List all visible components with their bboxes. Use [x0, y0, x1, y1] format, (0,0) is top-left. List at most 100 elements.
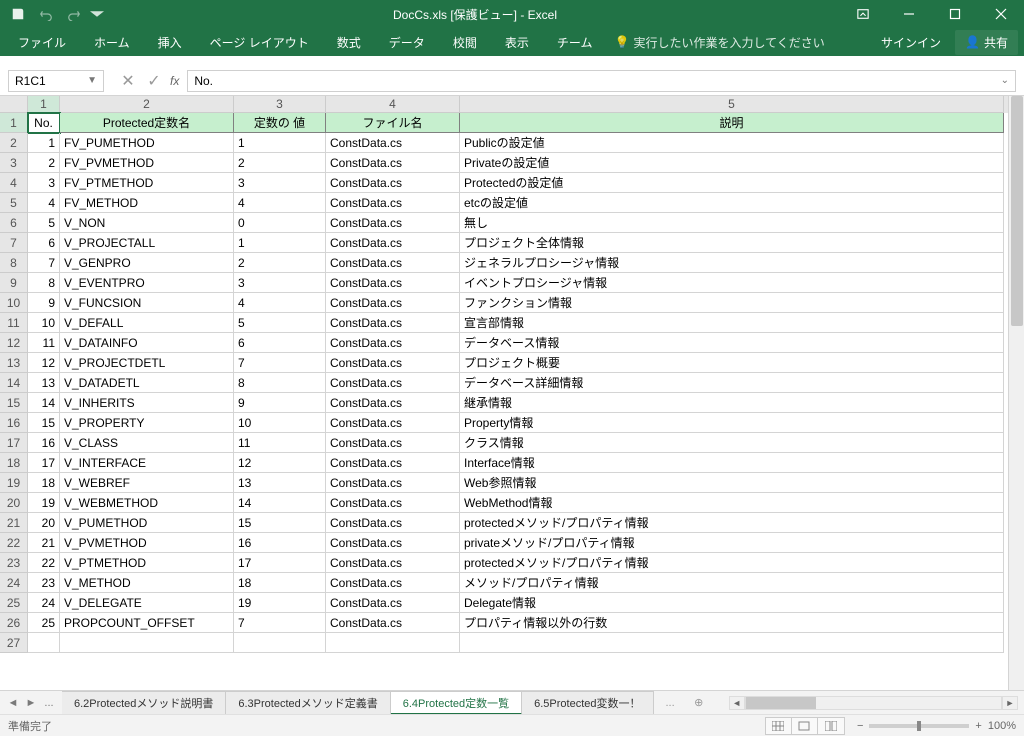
- cell[interactable]: V_INTERFACE: [60, 453, 234, 473]
- cell[interactable]: privateメソッド/プロパティ情報: [460, 533, 1004, 553]
- add-sheet-button[interactable]: ⊕: [687, 691, 711, 715]
- cell[interactable]: 宣言部情報: [460, 313, 1004, 333]
- cell[interactable]: プロジェクト概要: [460, 353, 1004, 373]
- cell[interactable]: No.: [28, 113, 60, 133]
- vertical-scrollbar[interactable]: [1008, 96, 1024, 690]
- row-header[interactable]: 22: [0, 533, 28, 553]
- cell[interactable]: ConstData.cs: [326, 513, 460, 533]
- cell[interactable]: ConstData.cs: [326, 393, 460, 413]
- cell[interactable]: V_GENPRO: [60, 253, 234, 273]
- cell[interactable]: 2: [28, 153, 60, 173]
- row-header[interactable]: 19: [0, 473, 28, 493]
- row-header[interactable]: 15: [0, 393, 28, 413]
- cell[interactable]: ConstData.cs: [326, 253, 460, 273]
- cell[interactable]: Property情報: [460, 413, 1004, 433]
- col-header[interactable]: 1: [28, 96, 60, 113]
- tell-me-search[interactable]: 💡 実行したい作業を入力してください: [614, 34, 824, 51]
- cell[interactable]: Publicの設定値: [460, 133, 1004, 153]
- cell[interactable]: 12: [28, 353, 60, 373]
- row-header[interactable]: 24: [0, 573, 28, 593]
- close-button[interactable]: [978, 0, 1024, 28]
- row-header[interactable]: 16: [0, 413, 28, 433]
- cell[interactable]: ConstData.cs: [326, 413, 460, 433]
- cell[interactable]: V_NON: [60, 213, 234, 233]
- cell[interactable]: 24: [28, 593, 60, 613]
- signin-button[interactable]: サインイン: [871, 30, 951, 55]
- cell[interactable]: V_METHOD: [60, 573, 234, 593]
- cell[interactable]: V_PROJECTDETL: [60, 353, 234, 373]
- cell[interactable]: ConstData.cs: [326, 453, 460, 473]
- cell[interactable]: Protectedの設定値: [460, 173, 1004, 193]
- row-header[interactable]: 25: [0, 593, 28, 613]
- cell[interactable]: ConstData.cs: [326, 533, 460, 553]
- cell[interactable]: V_DEFALL: [60, 313, 234, 333]
- tab-scroll-left-icon[interactable]: ◄: [4, 693, 22, 713]
- cell[interactable]: V_EVENTPRO: [60, 273, 234, 293]
- cell[interactable]: FV_PTMETHOD: [60, 173, 234, 193]
- cell[interactable]: 16: [234, 533, 326, 553]
- page-break-view-icon[interactable]: [818, 718, 844, 734]
- row-header[interactable]: 27: [0, 633, 28, 653]
- cell[interactable]: [234, 633, 326, 653]
- cell[interactable]: 16: [28, 433, 60, 453]
- row-header[interactable]: 14: [0, 373, 28, 393]
- hscroll-right-icon[interactable]: ►: [1002, 696, 1018, 710]
- cell[interactable]: 11: [28, 333, 60, 353]
- zoom-level[interactable]: 100%: [988, 720, 1016, 732]
- tab-view[interactable]: 表示: [493, 30, 541, 55]
- cell[interactable]: ConstData.cs: [326, 373, 460, 393]
- cell[interactable]: V_PROJECTALL: [60, 233, 234, 253]
- cell[interactable]: ConstData.cs: [326, 613, 460, 633]
- row-header[interactable]: 2: [0, 133, 28, 153]
- cell[interactable]: ConstData.cs: [326, 193, 460, 213]
- cell[interactable]: ConstData.cs: [326, 553, 460, 573]
- cell[interactable]: クラス情報: [460, 433, 1004, 453]
- cell[interactable]: ConstData.cs: [326, 313, 460, 333]
- cell[interactable]: 7: [28, 253, 60, 273]
- col-header[interactable]: 5: [460, 96, 1004, 113]
- cell[interactable]: ConstData.cs: [326, 173, 460, 193]
- cell[interactable]: 2: [234, 153, 326, 173]
- row-header[interactable]: 4: [0, 173, 28, 193]
- sheet-tabs-more[interactable]: ...: [654, 691, 687, 715]
- cell[interactable]: 5: [28, 213, 60, 233]
- cell[interactable]: V_WEBMETHOD: [60, 493, 234, 513]
- cell[interactable]: 22: [28, 553, 60, 573]
- row-header[interactable]: 23: [0, 553, 28, 573]
- row-header[interactable]: 12: [0, 333, 28, 353]
- redo-icon[interactable]: [62, 2, 86, 26]
- tab-team[interactable]: チーム: [545, 30, 605, 55]
- cell[interactable]: 18: [28, 473, 60, 493]
- cell[interactable]: 1: [234, 133, 326, 153]
- cell[interactable]: Web参照情報: [460, 473, 1004, 493]
- cell[interactable]: 25: [28, 613, 60, 633]
- cell[interactable]: PROPCOUNT_OFFSET: [60, 613, 234, 633]
- cell[interactable]: FV_PVMETHOD: [60, 153, 234, 173]
- cell[interactable]: 7: [234, 613, 326, 633]
- maximize-button[interactable]: [932, 0, 978, 28]
- zoom-in-button[interactable]: +: [975, 720, 981, 732]
- fx-icon[interactable]: fx: [170, 74, 179, 88]
- cell[interactable]: FV_PUMETHOD: [60, 133, 234, 153]
- cell[interactable]: 23: [28, 573, 60, 593]
- cell[interactable]: [460, 633, 1004, 653]
- cell[interactable]: ConstData.cs: [326, 273, 460, 293]
- chevron-down-icon[interactable]: ▼: [87, 75, 97, 86]
- cell[interactable]: V_INHERITS: [60, 393, 234, 413]
- cell[interactable]: 14: [234, 493, 326, 513]
- col-header[interactable]: 2: [60, 96, 234, 113]
- cell[interactable]: Interface情報: [460, 453, 1004, 473]
- cell[interactable]: V_PVMETHOD: [60, 533, 234, 553]
- cell[interactable]: V_PROPERTY: [60, 413, 234, 433]
- cell[interactable]: 11: [234, 433, 326, 453]
- row-header[interactable]: 21: [0, 513, 28, 533]
- cell[interactable]: V_WEBREF: [60, 473, 234, 493]
- cell[interactable]: 15: [28, 413, 60, 433]
- cell[interactable]: 8: [234, 373, 326, 393]
- save-icon[interactable]: [6, 2, 30, 26]
- cell[interactable]: 13: [234, 473, 326, 493]
- normal-view-icon[interactable]: [766, 718, 792, 734]
- cell[interactable]: [326, 633, 460, 653]
- enter-formula-icon[interactable]: ✓: [142, 70, 166, 92]
- cell[interactable]: ジェネラルプロシージャ情報: [460, 253, 1004, 273]
